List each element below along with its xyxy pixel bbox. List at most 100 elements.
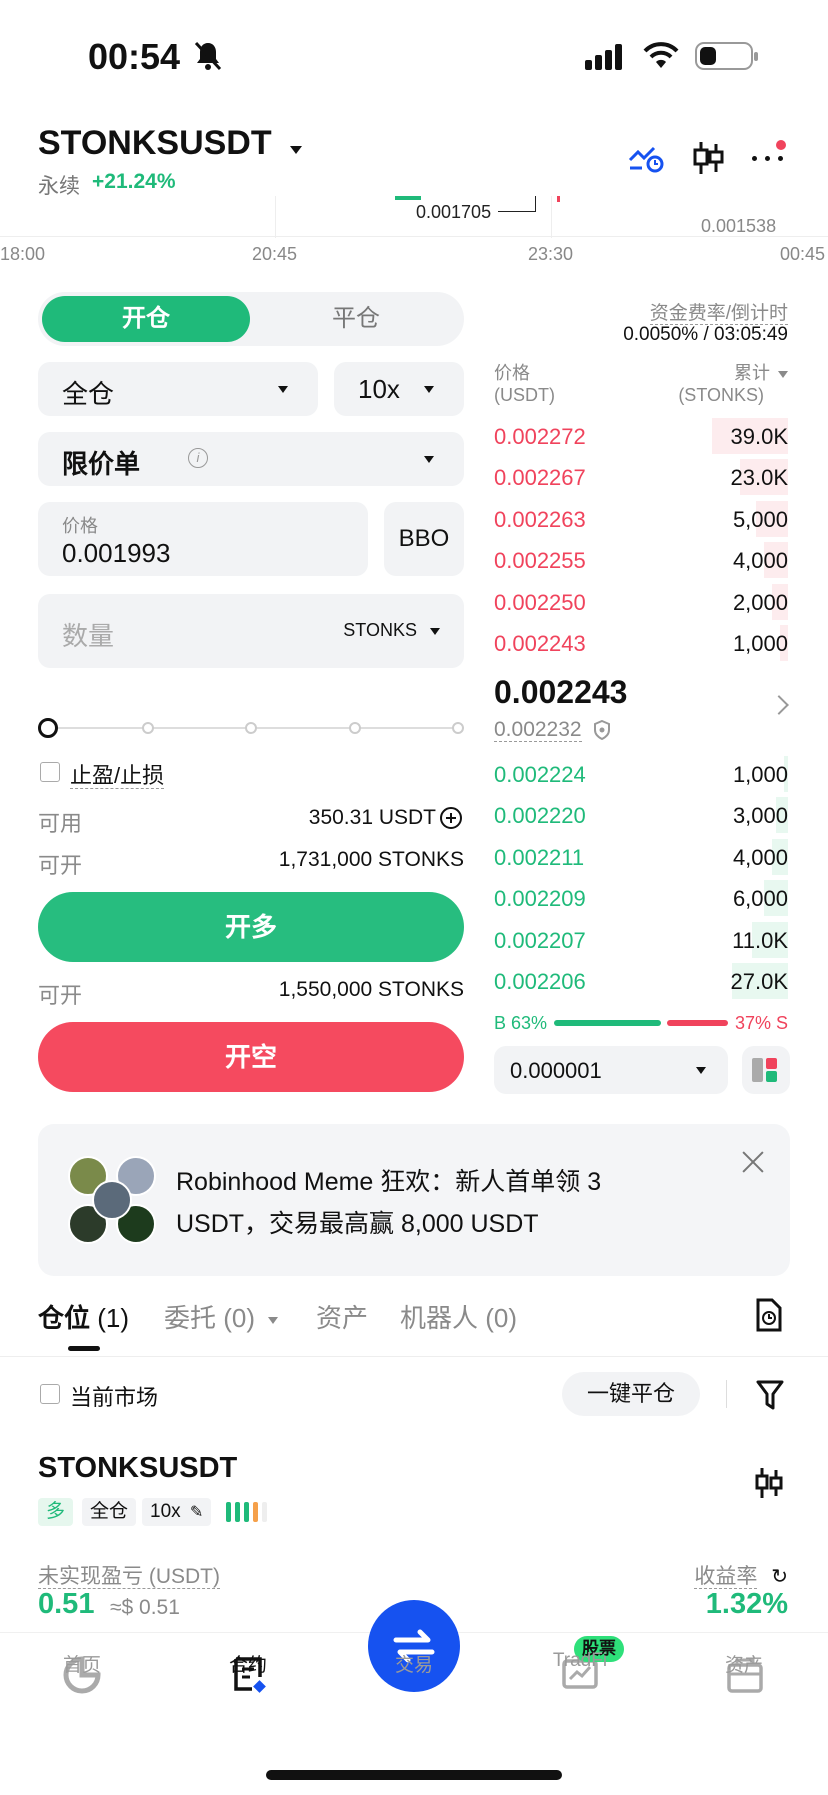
nav-assets[interactable]: 资产 — [694, 1650, 794, 1677]
can-open-short-label: 可开 — [38, 983, 83, 1008]
order-type-select[interactable]: 限价单 i — [38, 432, 464, 486]
bid-qty: 1,000 — [732, 762, 788, 787]
bell-off-icon — [194, 41, 222, 71]
bid-price: 0.002207 — [494, 927, 586, 953]
more-menu-icon[interactable] — [752, 140, 788, 164]
tab-close[interactable]: 平仓 — [252, 296, 460, 342]
ask-price: 0.002243 — [494, 631, 586, 656]
funding-rate-label[interactable]: 资金费率/倒计时 — [649, 298, 788, 325]
tab-bots[interactable]: 机器人 (0) — [400, 1298, 517, 1335]
roe-value: 1.32% — [705, 1588, 788, 1620]
position-symbol[interactable]: STONKSUSDT — [38, 1452, 237, 1485]
open-long-button[interactable]: 开多 — [38, 892, 464, 962]
tab-orders-label: 委托 (0) — [164, 1303, 256, 1333]
open-short-button[interactable]: 开空 — [38, 1022, 464, 1092]
tpsl-label[interactable]: 止盈/止损 — [70, 758, 165, 790]
chevron-down-icon — [778, 370, 788, 378]
chart-indicator-icon[interactable] — [628, 142, 664, 174]
nav-trade[interactable]: 交易 — [364, 1650, 464, 1677]
can-open-short-value: 1,550,000 STONKS — [278, 978, 464, 1001]
margin-mode-select[interactable]: 全仓 — [38, 362, 318, 416]
current-market-checkbox[interactable] — [40, 1384, 60, 1404]
filter-icon[interactable] — [756, 1380, 784, 1410]
home-indicator — [266, 1770, 562, 1780]
position-leverage-badge[interactable]: 10x ✎ — [142, 1498, 212, 1526]
mark-price: 0.002232 — [494, 718, 611, 742]
candlestick-icon[interactable] — [754, 1466, 784, 1500]
ask-row[interactable]: 0.002255 4,000 — [494, 540, 788, 580]
close-icon[interactable] — [740, 1148, 766, 1174]
transfer-plus-icon[interactable] — [440, 807, 462, 829]
ask-row[interactable]: 0.002243 1,000 — [494, 623, 788, 663]
nav-home[interactable]: 首页 — [32, 1650, 132, 1677]
leverage-select[interactable]: 10x — [334, 362, 464, 416]
chevron-down-icon — [430, 627, 440, 635]
unrealized-pnl-usd: ≈$ 0.51 — [110, 1596, 180, 1619]
high-price-label: 0.001705 — [416, 202, 492, 222]
sell-ratio-bar — [667, 1020, 728, 1026]
symbol-selector[interactable]: STONKSUSDT — [38, 124, 303, 163]
promo-banner[interactable]: Robinhood Meme 狂欢：新人首单领 3 USDT，交易最高赢 8,0… — [38, 1124, 790, 1276]
available-label: 可用 — [38, 811, 83, 836]
status-time: 00:54 — [88, 36, 181, 77]
price-field[interactable]: 价格 0.001993 — [38, 502, 368, 576]
share-icon[interactable]: ↻ — [771, 1566, 788, 1588]
close-all-button[interactable]: 一键平仓 — [562, 1372, 700, 1416]
bbo-button[interactable]: BBO — [384, 502, 464, 576]
bid-price: 0.002220 — [494, 803, 586, 829]
ask-row[interactable]: 0.002263 5,000 — [494, 499, 788, 539]
edit-icon: ✎ — [189, 1504, 204, 1521]
tick-size-value: 0.000001 — [510, 1058, 602, 1083]
orderbook-qty-header[interactable]: 累计 (STONKS) — [678, 362, 788, 406]
ask-qty: 5,000 — [732, 506, 788, 532]
promo-text-line1: Robinhood Meme 狂欢：新人首单领 3 — [176, 1168, 602, 1196]
mini-chart[interactable]: 0.001705 0.001538 18:00 20:45 23:30 00:4… — [0, 196, 828, 268]
bid-qty: 27.0K — [730, 969, 789, 994]
quantity-unit: STONKS — [343, 620, 417, 640]
quantity-field[interactable]: 数量 STONKS — [38, 594, 464, 668]
bid-price: 0.002224 — [494, 762, 586, 787]
quantity-unit-select[interactable]: STONKS — [343, 620, 440, 641]
nav-contracts[interactable]: 合约 — [198, 1650, 298, 1677]
ask-row[interactable]: 0.002267 23.0K — [494, 457, 788, 497]
trade-fab-button[interactable] — [368, 1600, 460, 1692]
tab-open[interactable]: 开仓 — [42, 296, 250, 342]
unrealized-pnl-label[interactable]: 未实现盈亏 (USDT) — [38, 1560, 220, 1590]
bid-row[interactable]: 0.002209 6,000 — [494, 878, 788, 918]
amount-slider[interactable] — [38, 716, 464, 740]
roe-label-text: 收益率 — [694, 1565, 758, 1589]
nav-tradfi[interactable]: TradFi — [530, 1650, 630, 1672]
ask-row[interactable]: 0.002250 2,000 — [494, 582, 788, 622]
time-label: 20:45 — [252, 244, 298, 264]
slider-handle[interactable] — [38, 718, 58, 738]
quantity-placeholder: 数量 — [62, 621, 115, 651]
tpsl-checkbox[interactable] — [40, 762, 60, 782]
unrealized-pnl-label-text: 未实现盈亏 (USDT) — [38, 1565, 220, 1589]
roe-label[interactable]: 收益率 ↻ — [694, 1560, 788, 1590]
orderbook-price-header-label: 价格 — [494, 363, 530, 383]
ask-row[interactable]: 0.002272 39.0K — [494, 416, 788, 456]
tick-size-select[interactable]: 0.000001 — [494, 1046, 728, 1094]
bid-row[interactable]: 0.002207 11.0K — [494, 920, 788, 960]
avatar — [92, 1180, 132, 1220]
bid-row[interactable]: 0.002206 27.0K — [494, 961, 788, 1001]
tab-active-indicator — [68, 1346, 100, 1351]
bid-row[interactable]: 0.002220 3,000 — [494, 795, 788, 835]
bid-price: 0.002211 — [494, 844, 585, 870]
battery-icon — [695, 42, 758, 70]
orderbook-layout-icon[interactable] — [742, 1046, 790, 1094]
bid-row[interactable]: 0.002211 4,000 — [494, 837, 788, 877]
funding-rate-value: 0.0050% / 03:05:49 — [623, 324, 788, 345]
orderbook-price-unit: (USDT) — [494, 385, 555, 405]
tab-orders[interactable]: 委托 (0) — [164, 1298, 279, 1335]
history-icon[interactable] — [754, 1298, 782, 1332]
ask-qty: 23.0K — [730, 465, 789, 491]
tab-assets[interactable]: 资产 — [316, 1298, 368, 1335]
info-icon[interactable]: i — [188, 448, 208, 468]
chevron-down-icon — [268, 1316, 279, 1324]
chevron-right-icon[interactable] — [769, 695, 789, 715]
bid-row[interactable]: 0.002224 1,000 — [494, 754, 788, 794]
tab-positions[interactable]: 仓位 (1) — [38, 1298, 129, 1335]
candlestick-icon[interactable] — [692, 140, 724, 176]
filter-divider — [726, 1380, 727, 1408]
